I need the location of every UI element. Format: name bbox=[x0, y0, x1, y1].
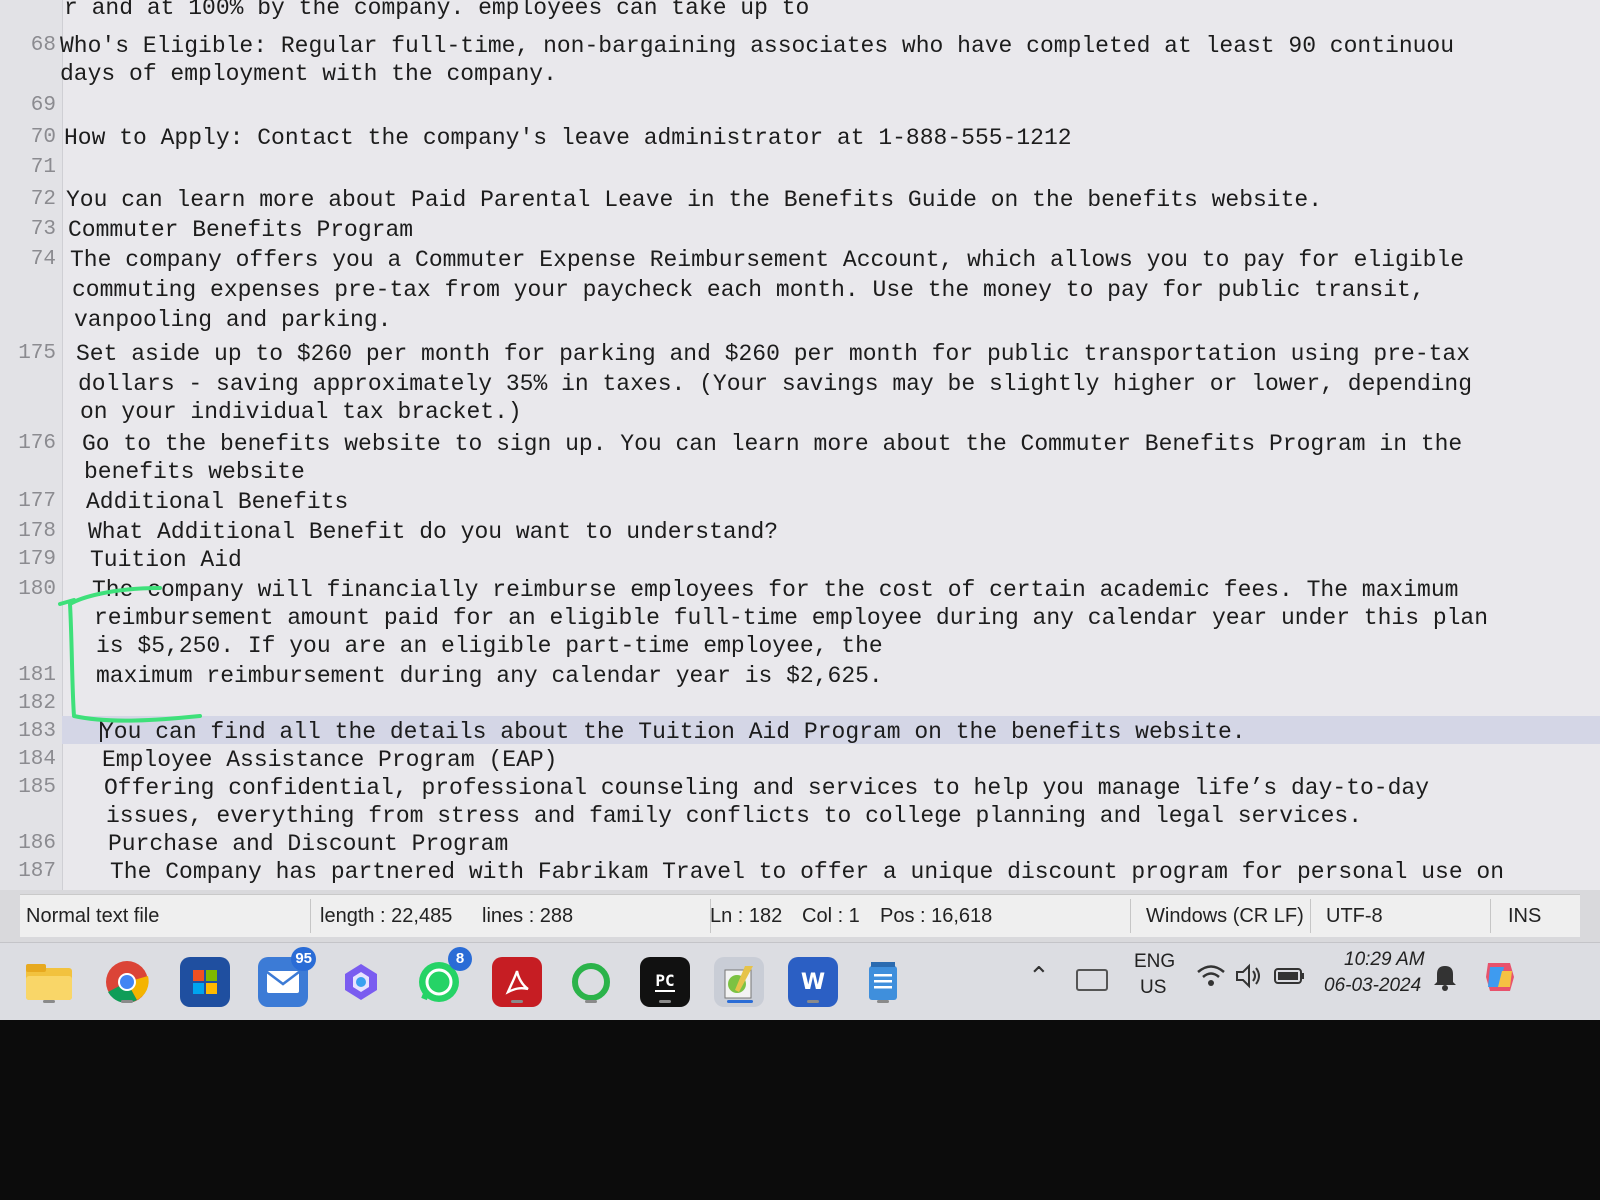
line-number-gutter: 68 69 70 71 72 73 74 175 176 177 178 179 180 181 182 18… bbox=[0, 0, 63, 890]
copilot-pre-icon[interactable] bbox=[1480, 957, 1520, 997]
copilot-icon[interactable] bbox=[336, 957, 386, 1007]
editor-line[interactable]: Commuter Benefits Program bbox=[68, 216, 413, 244]
status-separator bbox=[1130, 899, 1131, 933]
clock-date[interactable]: 06-03-2024 bbox=[1324, 975, 1421, 997]
line-number: 74 bbox=[30, 248, 56, 271]
editor-line[interactable]: Tuition Aid bbox=[90, 546, 242, 574]
screen: 68 69 70 71 72 73 74 175 176 177 178 179 180 181 182 18… bbox=[0, 0, 1600, 1020]
status-eol[interactable]: Windows (CR LF) bbox=[1146, 905, 1304, 928]
running-indicator bbox=[877, 1000, 889, 1003]
whatsapp-icon[interactable]: 8 bbox=[414, 947, 472, 1007]
line-number: 69 bbox=[30, 94, 56, 117]
clock-time[interactable]: 10:29 AM bbox=[1344, 949, 1425, 971]
keyboard-icon[interactable] bbox=[1076, 969, 1108, 991]
editor-line[interactable]: commuting expenses pre-tax from your pay… bbox=[72, 276, 1425, 304]
line-number: 177 bbox=[18, 490, 56, 513]
line-number: 176 bbox=[18, 432, 56, 455]
editor-line[interactable]: Offering confidential, professional coun… bbox=[104, 774, 1429, 802]
active-indicator bbox=[727, 1000, 753, 1003]
editor-line[interactable]: on your individual tax bracket.) bbox=[80, 398, 522, 426]
editor-line[interactable]: dollars - saving approximately 35% in ta… bbox=[78, 370, 1472, 398]
line-number: 182 bbox=[18, 692, 56, 715]
microsoft-store-icon[interactable] bbox=[180, 957, 230, 1007]
text-editor[interactable]: 68 69 70 71 72 73 74 175 176 177 178 179 180 181 182 18… bbox=[0, 0, 1600, 890]
line-number: 180 bbox=[18, 578, 56, 601]
running-indicator bbox=[659, 1000, 671, 1003]
editor-line[interactable]: Additional Benefits bbox=[86, 488, 348, 516]
mail-badge: 95 bbox=[291, 947, 316, 971]
line-number: 72 bbox=[30, 188, 56, 211]
status-bar: Normal text file length : 22,485 lines :… bbox=[20, 894, 1580, 937]
status-ln: Ln : 182 bbox=[710, 905, 783, 927]
volume-icon[interactable] bbox=[1234, 963, 1264, 989]
editor-line[interactable]: reimbursement amount paid for an eligibl… bbox=[94, 604, 1488, 632]
editor-line[interactable]: Employee Assistance Program (EAP) bbox=[102, 746, 557, 774]
line-number: 183 bbox=[18, 720, 56, 743]
line-number: 184 bbox=[18, 748, 56, 771]
language-code[interactable]: ENG bbox=[1134, 951, 1175, 973]
line-number: 187 bbox=[18, 860, 56, 883]
editor-line[interactable]: is $5,250. If you are an eligible part-t… bbox=[96, 632, 883, 660]
wifi-icon[interactable] bbox=[1196, 963, 1226, 989]
status-separator bbox=[1310, 899, 1311, 933]
status-encoding[interactable]: UTF-8 bbox=[1326, 905, 1383, 928]
line-number: 68 bbox=[30, 34, 56, 57]
editor-line[interactable]: vanpooling and parking. bbox=[74, 306, 391, 334]
status-pos: Pos : 16,618 bbox=[880, 905, 993, 927]
editor-line[interactable]: The company offers you a Commuter Expens… bbox=[70, 246, 1464, 274]
text-caret bbox=[100, 720, 102, 742]
running-indicator bbox=[585, 1000, 597, 1003]
status-file-type: Normal text file bbox=[26, 905, 160, 927]
status-mode[interactable]: INS bbox=[1508, 905, 1541, 928]
running-indicator bbox=[511, 1000, 523, 1003]
status-col: Col : 1 bbox=[802, 905, 860, 927]
editor-line[interactable]: maximum reimbursement during any calenda… bbox=[96, 662, 883, 690]
line-number: 185 bbox=[18, 776, 56, 799]
running-indicator bbox=[121, 1000, 133, 1003]
line-number: 73 bbox=[30, 218, 56, 241]
line-number: 186 bbox=[18, 832, 56, 855]
pycharm-label: PC bbox=[655, 971, 675, 992]
line-number: 181 bbox=[18, 664, 56, 687]
mail-icon[interactable]: 95 bbox=[258, 947, 316, 1007]
editor-line[interactable]: r and at 100% by the company. employees … bbox=[64, 0, 809, 22]
editor-line[interactable]: benefits website bbox=[84, 458, 305, 486]
whatsapp-badge: 8 bbox=[448, 947, 472, 971]
editor-line[interactable]: You can learn more about Paid Parental L… bbox=[66, 186, 1322, 214]
status-separator bbox=[310, 899, 311, 933]
editor-line[interactable]: issues, everything from stress and famil… bbox=[106, 802, 1362, 830]
line-number: 70 bbox=[30, 126, 56, 149]
editor-line[interactable]: The Company has partnered with Fabrikam … bbox=[110, 858, 1504, 886]
running-indicator bbox=[807, 1000, 819, 1003]
editor-line[interactable]: You can find all the details about the T… bbox=[100, 718, 1246, 746]
status-lines: lines : 288 bbox=[482, 905, 574, 927]
status-length: length : 22,485 bbox=[320, 905, 453, 927]
notification-bell-icon[interactable] bbox=[1432, 961, 1458, 991]
line-number: 175 bbox=[18, 342, 56, 365]
editor-line[interactable]: Set aside up to $260 per month for parki… bbox=[76, 340, 1470, 368]
taskbar: 95 8 PC W ⌃ ENG US 10:29 AM 06-03-2024 bbox=[0, 942, 1600, 1020]
editor-line[interactable]: Go to the benefits website to sign up. Y… bbox=[82, 430, 1462, 458]
language-region[interactable]: US bbox=[1140, 977, 1166, 999]
line-number: 179 bbox=[18, 548, 56, 571]
editor-line[interactable]: The company will financially reimburse e… bbox=[92, 576, 1458, 604]
battery-icon[interactable] bbox=[1274, 965, 1306, 987]
editor-line[interactable]: Who's Eligible: Regular full-time, non-b… bbox=[60, 32, 1454, 60]
status-separator bbox=[1490, 899, 1491, 933]
line-number: 71 bbox=[30, 156, 56, 179]
editor-line[interactable]: What Additional Benefit do you want to u… bbox=[88, 518, 778, 546]
running-indicator bbox=[43, 1000, 55, 1003]
chevron-up-icon[interactable]: ⌃ bbox=[1028, 961, 1050, 992]
word-label: W bbox=[800, 969, 826, 995]
editor-line[interactable]: Purchase and Discount Program bbox=[108, 830, 508, 858]
editor-line[interactable]: How to Apply: Contact the company's leav… bbox=[64, 124, 1072, 152]
line-number: 178 bbox=[18, 520, 56, 543]
editor-line[interactable]: days of employment with the company. bbox=[60, 60, 557, 88]
